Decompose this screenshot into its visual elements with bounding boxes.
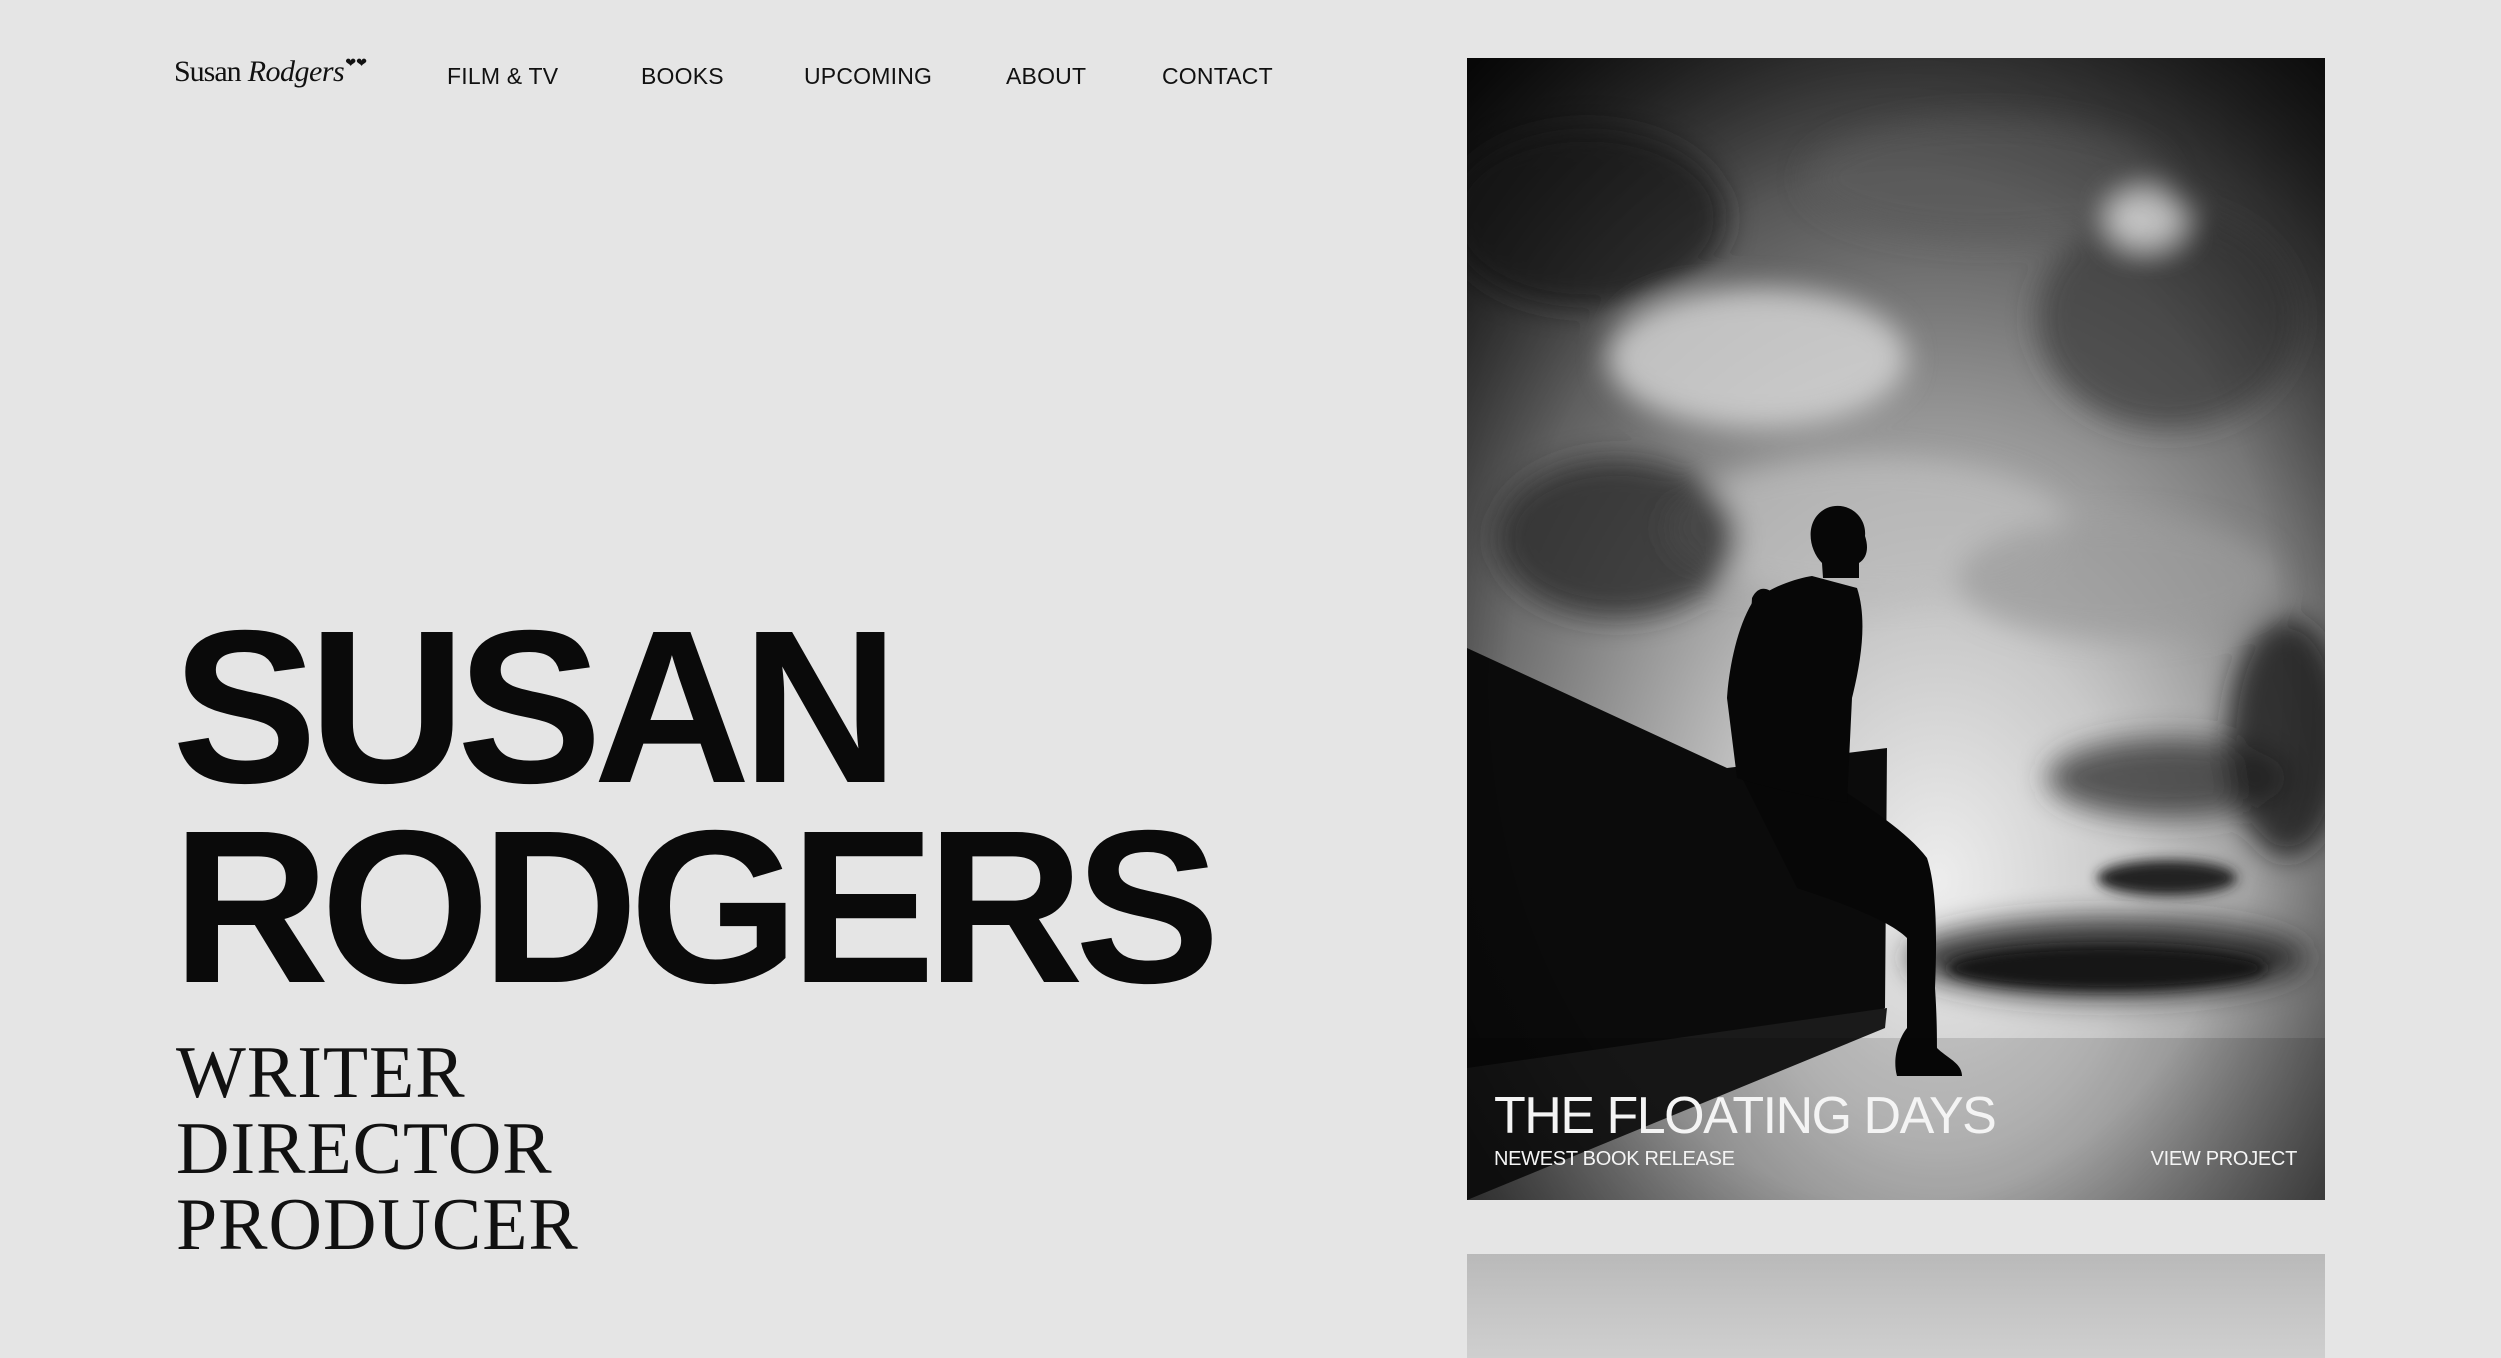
logo-first-name: Susan [174, 55, 242, 88]
secondary-card-image[interactable] [1467, 1254, 2325, 1358]
nav-item-upcoming[interactable]: UPCOMING [804, 65, 932, 88]
nav-item-contact[interactable]: CONTACT [1162, 65, 1273, 88]
role-producer: PRODUCER [176, 1184, 579, 1266]
role-writer: WRITER [176, 1032, 466, 1114]
nav-item-about[interactable]: ABOUT [1006, 65, 1086, 88]
hero-name: SUSAN RODGERS [172, 586, 1220, 1029]
role-director: DIRECTOR [176, 1108, 553, 1190]
site-logo[interactable]: Susan Rodgers❤❤ [174, 56, 367, 87]
logo-last-name: Rodgers [247, 55, 345, 88]
nav-item-film-tv[interactable]: FILM & TV [447, 65, 558, 88]
hero-roles: WRITER DIRECTOR PRODUCER [176, 1035, 579, 1263]
feature-card[interactable]: THE FLOATING DAYS NEWEST BOOK RELEASE VI… [1467, 58, 2325, 1200]
view-project-link[interactable]: VIEW PROJECT [2151, 1149, 2298, 1169]
feature-image [1467, 58, 2325, 1200]
hero-name-line1: SUSAN [172, 586, 899, 829]
hero-name-line2: RODGERS [172, 786, 1220, 1029]
heart-icon: ❤❤ [345, 55, 367, 70]
feature-title[interactable]: THE FLOATING DAYS [1494, 1090, 1997, 1142]
nav-item-books[interactable]: BOOKS [641, 65, 724, 88]
feature-subtitle: NEWEST BOOK RELEASE [1494, 1148, 1735, 1170]
